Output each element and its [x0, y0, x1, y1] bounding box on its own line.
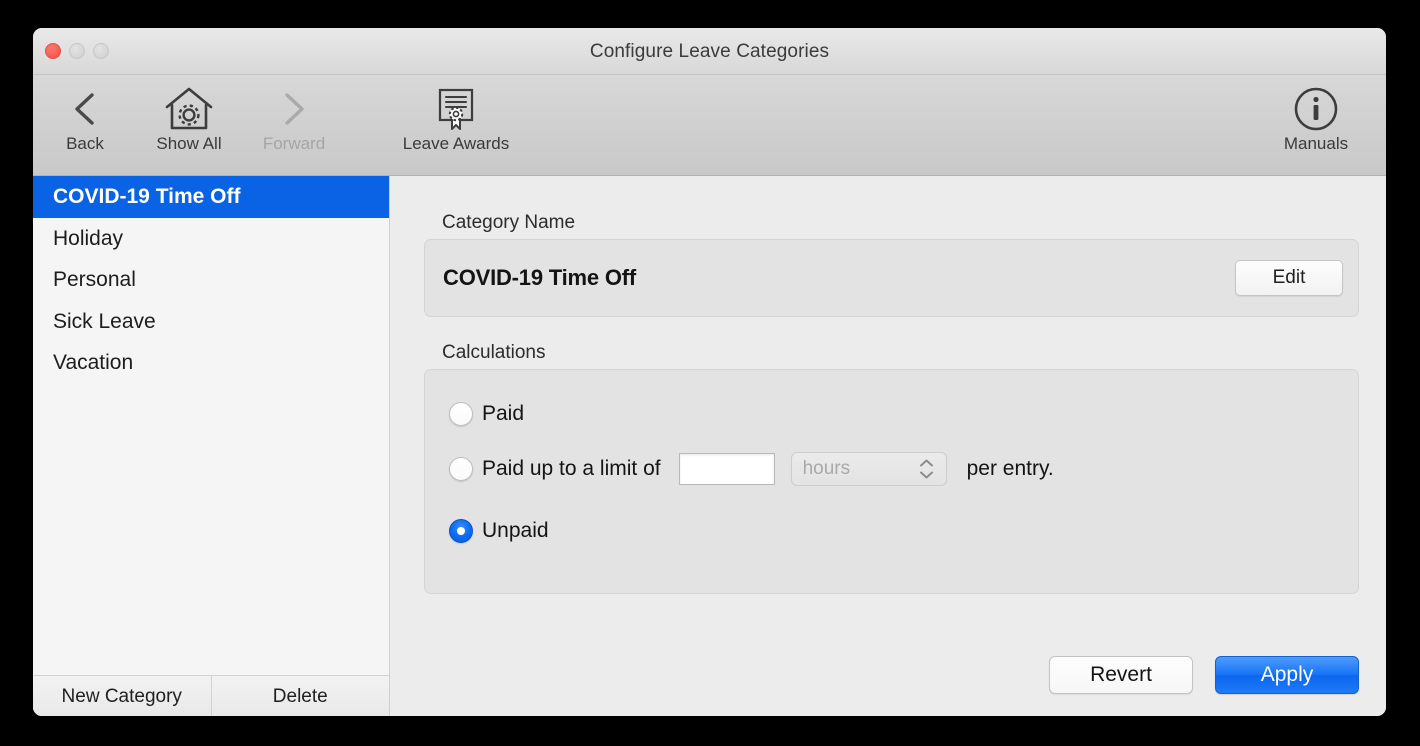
certificate-award-icon — [363, 83, 549, 135]
chevron-right-icon — [251, 83, 337, 135]
toolbar-back-button[interactable]: Back — [43, 83, 127, 154]
toolbar-manuals-label: Manuals — [1283, 134, 1349, 153]
category-name-section-label: Category Name — [442, 212, 576, 233]
window-title: Configure Leave Categories — [589, 41, 830, 62]
radio-row-paid-up-to-limit[interactable]: Paid up to a limit of hours per entry. — [449, 452, 1054, 486]
radio-paid-label: Paid — [482, 402, 525, 425]
category-name-value: COVID-19 Time Off — [443, 265, 637, 290]
unit-stepper[interactable]: hours — [790, 452, 947, 486]
house-gear-icon — [127, 83, 251, 135]
revert-button[interactable]: Revert — [1049, 656, 1193, 694]
per-entry-suffix-label: per entry. — [966, 457, 1054, 480]
toolbar-back-label: Back — [66, 134, 104, 153]
radio-unpaid-label: Unpaid — [482, 519, 549, 542]
toolbar-manuals-button[interactable]: Manuals — [1256, 83, 1376, 154]
new-category-button[interactable]: New Category — [33, 676, 212, 716]
radio-row-paid[interactable]: Paid — [449, 399, 524, 429]
toolbar-forward-label: Forward — [262, 134, 326, 153]
radio-paid[interactable] — [449, 402, 473, 426]
radio-row-unpaid[interactable]: Unpaid — [449, 516, 549, 546]
unit-stepper-value: hours — [802, 458, 851, 479]
window-titlebar: Configure Leave Categories — [33, 28, 1386, 75]
window-body: COVID-19 Time Off Holiday Personal Sick … — [33, 176, 1386, 716]
toolbar-show-all-button[interactable]: Show All — [127, 83, 251, 154]
radio-paid-up-to-limit[interactable] — [449, 457, 473, 481]
limit-value-input[interactable] — [678, 453, 775, 485]
chevron-down-icon — [919, 471, 933, 479]
configure-leave-categories-window: Configure Leave Categories Back Show All… — [33, 28, 1386, 716]
radio-unpaid[interactable] — [449, 519, 473, 543]
sidebar-item-covid-19-time-off[interactable]: COVID-19 Time Off — [33, 176, 389, 218]
edit-button[interactable]: Edit — [1235, 260, 1343, 296]
info-circle-icon — [1256, 83, 1376, 135]
sidebar-item-personal[interactable]: Personal — [33, 259, 389, 301]
sidebar-item-sick-leave[interactable]: Sick Leave — [33, 301, 389, 343]
chevron-up-icon — [919, 459, 933, 467]
detail-pane: Category Name COVID-19 Time Off Edit Cal… — [390, 176, 1386, 716]
calculations-section-label: Calculations — [442, 342, 546, 363]
category-name-panel: COVID-19 Time Off Edit — [424, 239, 1359, 317]
sidebar-item-holiday[interactable]: Holiday — [33, 218, 389, 260]
toolbar-leave-awards-label: Leave Awards — [402, 134, 510, 153]
sidebar-footer: New Category Delete — [33, 675, 389, 716]
toolbar-forward-button[interactable]: Forward — [251, 83, 337, 154]
radio-paid-up-to-limit-label: Paid up to a limit of — [482, 457, 661, 480]
apply-button[interactable]: Apply — [1215, 656, 1359, 694]
category-list: COVID-19 Time Off Holiday Personal Sick … — [33, 176, 389, 675]
stepper-arrows[interactable] — [919, 459, 934, 480]
toolbar: Back Show All Forward Leave Awards Manua… — [33, 75, 1386, 176]
detail-footer-buttons: Revert Apply — [1049, 656, 1359, 694]
toolbar-leave-awards-button[interactable]: Leave Awards — [363, 83, 549, 154]
category-sidebar: COVID-19 Time Off Holiday Personal Sick … — [33, 176, 390, 716]
chevron-left-icon — [43, 83, 127, 135]
calculations-panel: Paid Paid up to a limit of hours per ent… — [424, 369, 1359, 594]
sidebar-item-vacation[interactable]: Vacation — [33, 342, 389, 384]
delete-category-button[interactable]: Delete — [212, 676, 390, 716]
toolbar-show-all-label: Show All — [156, 134, 222, 153]
